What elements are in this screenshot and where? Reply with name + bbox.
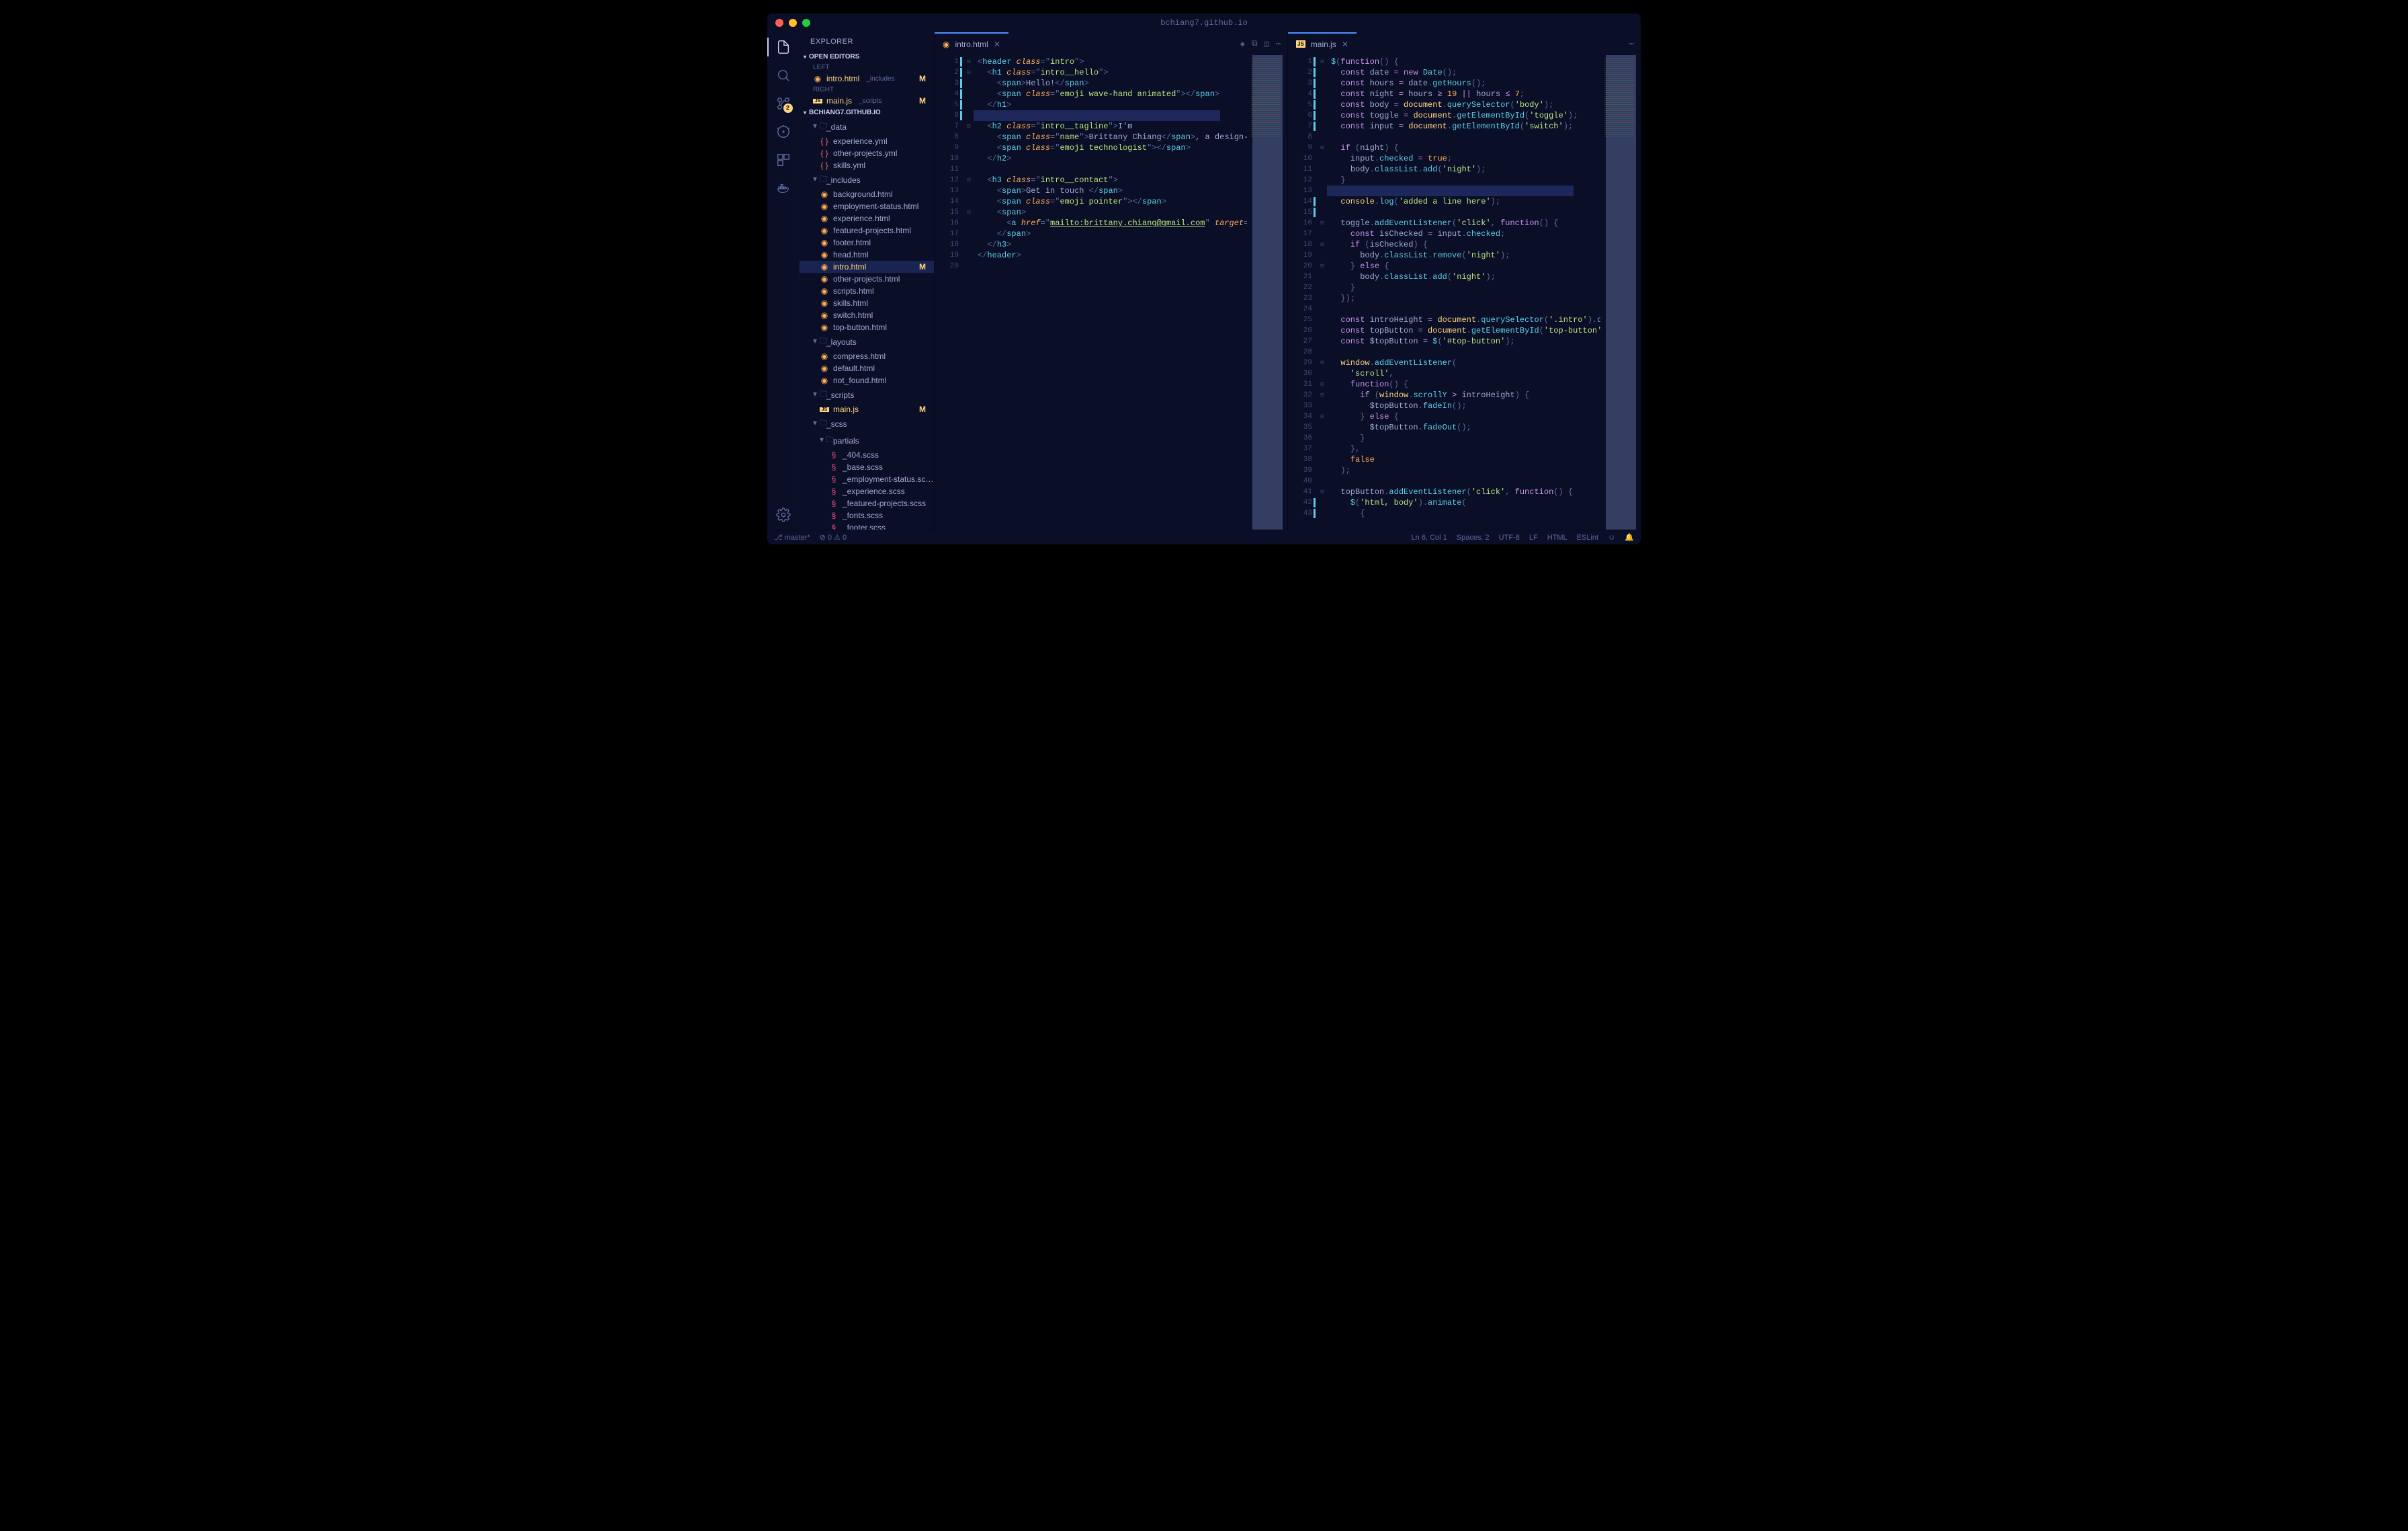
- file-item[interactable]: §_footer.scss: [800, 522, 934, 530]
- editor-group: ◉ intro.html ✕ ◈ ⧉ ◫ ⋯ 12345678910111213…: [934, 32, 1641, 530]
- minimap-right[interactable]: [1600, 55, 1641, 530]
- minimap-left[interactable]: [1247, 55, 1287, 530]
- indentation[interactable]: Spaces: 2: [1457, 534, 1490, 542]
- window-controls: [775, 19, 810, 27]
- file-item[interactable]: §_404.scss: [800, 449, 934, 461]
- caret-down-icon: ▾: [804, 110, 806, 116]
- file-item[interactable]: ◉compress.html: [800, 350, 934, 362]
- split-editor-icon[interactable]: ◫: [1264, 39, 1269, 49]
- editor-actions-right: ⋯: [1629, 39, 1641, 49]
- diff-view-icon[interactable]: ⧉: [1252, 39, 1258, 49]
- status-bar: ⎇ master* ⊘ 0 ⚠ 0 Ln 6, Col 1 Spaces: 2 …: [767, 530, 1641, 544]
- color-theme-icon[interactable]: ◈: [1240, 39, 1245, 49]
- file-item[interactable]: ◉experience.html: [800, 212, 934, 224]
- tab-bar-left: ◉ intro.html ✕ ◈ ⧉ ◫ ⋯: [935, 32, 1287, 55]
- source-control-icon[interactable]: 2: [775, 95, 791, 112]
- tab-main-js[interactable]: JS main.js ✕: [1288, 32, 1357, 55]
- encoding[interactable]: UTF-8: [1499, 534, 1520, 542]
- editor-pane-right: JS main.js ✕ ⋯ 1234567891011121314151617…: [1287, 32, 1641, 530]
- file-item[interactable]: ◉scripts.html: [800, 285, 934, 297]
- vscode-window: bchiang7.github.io 2: [767, 13, 1641, 544]
- maximize-window-button[interactable]: [802, 19, 810, 27]
- file-item[interactable]: { }experience.yml: [800, 135, 934, 147]
- tab-label: intro.html: [955, 40, 988, 49]
- file-item[interactable]: ◉other-projects.html: [800, 273, 934, 285]
- explorer-icon[interactable]: [775, 39, 791, 55]
- file-item[interactable]: §_featured-projects.scss: [800, 497, 934, 509]
- settings-gear-icon[interactable]: [775, 507, 791, 523]
- minimize-window-button[interactable]: [789, 19, 797, 27]
- file-item[interactable]: ◉head.html: [800, 249, 934, 261]
- open-editors-header[interactable]: ▾ OPEN EDITORS: [800, 51, 934, 63]
- file-item[interactable]: JSmain.jsM: [800, 403, 934, 415]
- file-item[interactable]: ◉intro.htmlM: [800, 261, 934, 273]
- sidebar-title: EXPLORER: [800, 32, 934, 51]
- branch-indicator[interactable]: ⎇ master*: [774, 533, 810, 542]
- file-item[interactable]: { }other-projects.yml: [800, 147, 934, 159]
- code-editor-right[interactable]: 1234567891011121314151617181920212223242…: [1288, 55, 1641, 530]
- language-mode[interactable]: HTML: [1547, 534, 1567, 542]
- editor-actions-left: ◈ ⧉ ◫ ⋯: [1240, 39, 1287, 49]
- titlebar: bchiang7.github.io: [767, 13, 1641, 32]
- feedback-icon[interactable]: ☺: [1608, 534, 1615, 542]
- debug-icon[interactable]: [775, 124, 791, 140]
- folder-item[interactable]: ▾ 🗀_scss: [800, 415, 934, 432]
- file-item[interactable]: ◉footer.html: [800, 237, 934, 249]
- editor-pane-left: ◉ intro.html ✕ ◈ ⧉ ◫ ⋯ 12345678910111213…: [934, 32, 1287, 530]
- close-tab-icon[interactable]: ✕: [994, 40, 1000, 49]
- open-editors-left-label: LEFT: [800, 63, 934, 73]
- folder-item[interactable]: ▾ 🗀_scripts: [800, 386, 934, 403]
- file-item[interactable]: ◉employment-status.html: [800, 200, 934, 212]
- caret-down-icon: ▾: [804, 54, 806, 60]
- open-editor-item[interactable]: JSmain.js_scriptsM: [800, 95, 934, 107]
- folder-item[interactable]: ▾ 🗀partials: [800, 432, 934, 449]
- folder-item[interactable]: ▾ 🗀_data: [800, 118, 934, 135]
- file-item[interactable]: { }skills.yml: [800, 159, 934, 171]
- extensions-icon[interactable]: [775, 152, 791, 168]
- code-editor-left[interactable]: 1234567891011121314151617181920 ⊟⊟⊟⊟⊟ <h…: [935, 55, 1287, 530]
- html-file-icon: ◉: [943, 40, 949, 49]
- close-tab-icon[interactable]: ✕: [1342, 40, 1348, 49]
- eol[interactable]: LF: [1529, 534, 1538, 542]
- folder-item[interactable]: ▾ 🗀_layouts: [800, 333, 934, 350]
- file-item[interactable]: §_fonts.scss: [800, 509, 934, 522]
- problems-indicator[interactable]: ⊘ 0 ⚠ 0: [820, 533, 847, 542]
- js-file-icon: JS: [1296, 40, 1305, 48]
- file-item[interactable]: ◉background.html: [800, 188, 934, 200]
- scm-badge: 2: [783, 104, 793, 113]
- file-item[interactable]: ◉default.html: [800, 362, 934, 374]
- folder-item[interactable]: ▾ 🗀_includes: [800, 171, 934, 188]
- file-item[interactable]: ◉featured-projects.html: [800, 224, 934, 237]
- file-item[interactable]: ◉skills.html: [800, 297, 934, 309]
- docker-icon[interactable]: [775, 180, 791, 196]
- project-header[interactable]: ▾ BCHIANG7.GITHUB.IO: [800, 107, 934, 118]
- linter-status[interactable]: ESLint: [1577, 534, 1598, 542]
- more-actions-icon[interactable]: ⋯: [1276, 39, 1281, 49]
- file-item[interactable]: §_base.scss: [800, 461, 934, 473]
- explorer-sidebar: EXPLORER ▾ OPEN EDITORS LEFT ◉intro.html…: [800, 32, 934, 530]
- activity-bar: 2: [767, 32, 800, 530]
- file-item[interactable]: §_employment-status.sc…: [800, 473, 934, 485]
- search-icon[interactable]: [775, 67, 791, 83]
- file-item[interactable]: ◉switch.html: [800, 309, 934, 321]
- file-item[interactable]: §_experience.scss: [800, 485, 934, 497]
- close-window-button[interactable]: [775, 19, 783, 27]
- tab-intro-html[interactable]: ◉ intro.html ✕: [935, 32, 1008, 55]
- tab-label: main.js: [1311, 40, 1336, 49]
- file-item[interactable]: ◉top-button.html: [800, 321, 934, 333]
- open-editor-item[interactable]: ◉intro.html_includesM: [800, 73, 934, 85]
- cursor-position[interactable]: Ln 6, Col 1: [1412, 534, 1447, 542]
- notifications-icon[interactable]: 🔔: [1625, 533, 1634, 542]
- window-title: bchiang7.github.io: [1160, 18, 1248, 28]
- more-actions-icon[interactable]: ⋯: [1629, 39, 1634, 49]
- open-editors-right-label: RIGHT: [800, 85, 934, 95]
- tab-bar-right: JS main.js ✕ ⋯: [1288, 32, 1641, 55]
- file-item[interactable]: ◉not_found.html: [800, 374, 934, 386]
